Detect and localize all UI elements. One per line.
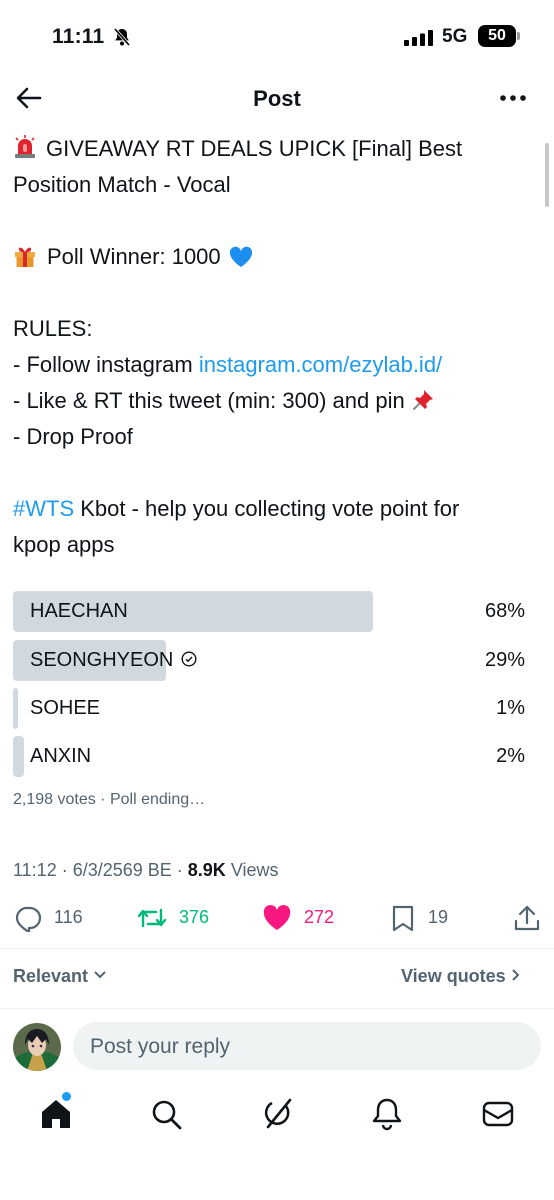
reply-input[interactable]: Post your reply xyxy=(73,1022,541,1070)
poll-meta: 2,198 votes · Poll ending… xyxy=(13,791,206,808)
repost-button[interactable]: 376 xyxy=(136,904,226,932)
rule-2-text: - Like & RT this tweet (min: 300) and pi… xyxy=(13,388,405,413)
repost-icon xyxy=(137,908,167,928)
poll-option-percent: 29% xyxy=(484,649,525,671)
rule-1-prefix: - Follow instagram xyxy=(13,352,199,377)
reply-count: 116 xyxy=(54,907,83,927)
poll-winner-text: Poll Winner: 1000 xyxy=(47,244,221,269)
blue-heart-emoji xyxy=(229,246,252,267)
like-icon xyxy=(263,905,291,930)
scrollbar[interactable] xyxy=(545,143,549,207)
relevant-sort-button[interactable]: Relevant xyxy=(13,966,107,987)
bookmark-button[interactable]: 19 xyxy=(391,904,461,932)
gift-emoji xyxy=(15,247,35,267)
notifications-icon[interactable] xyxy=(369,1096,405,1132)
rules-title: RULES: xyxy=(13,316,93,341)
bookmark-icon xyxy=(392,905,414,932)
reply-placeholder: Post your reply xyxy=(90,1035,231,1058)
notification-dot xyxy=(62,1092,71,1101)
like-button[interactable]: 272 xyxy=(262,904,352,932)
poll-option-label-wrap: SEONGHYEON xyxy=(30,649,197,672)
poll-option-label: SEONGHYEON xyxy=(30,649,174,671)
views-count: 8.9K xyxy=(187,860,226,880)
post-line-2: Position Match - Vocal xyxy=(13,172,231,197)
poll-option: SEONGHYEON 29% xyxy=(13,640,525,681)
reply-button[interactable]: 116 xyxy=(14,904,94,932)
poll-option-percent: 1% xyxy=(496,697,525,719)
poll-option-percent: 68% xyxy=(484,600,525,622)
poll-option-label: ANXIN xyxy=(30,745,92,767)
network-type: 5G xyxy=(442,26,468,47)
bookmark-count: 19 xyxy=(428,907,449,927)
battery-indicator: 50 xyxy=(478,25,520,47)
pushpin-emoji xyxy=(412,390,433,410)
poll-bar xyxy=(13,736,24,777)
poll-option: ANXIN 2% xyxy=(13,736,525,777)
rule-1: - Follow instagram instagram.com/ezylab.… xyxy=(13,347,538,383)
wts-line-2: kpop apps xyxy=(13,532,115,557)
poll-option: HAECHAN 68% xyxy=(13,591,525,632)
signal-icon xyxy=(404,30,433,46)
rule-3: - Drop Proof xyxy=(13,424,133,449)
chevron-down-icon xyxy=(94,971,106,979)
home-icon[interactable] xyxy=(38,1096,74,1132)
repost-count: 376 xyxy=(179,907,210,927)
search-icon[interactable] xyxy=(148,1096,184,1132)
views-label: Views xyxy=(225,860,279,880)
status-time: 11:11 xyxy=(52,25,105,48)
wts-text: Kbot - help you collecting vote point fo… xyxy=(74,496,460,521)
more-icon[interactable] xyxy=(498,88,528,108)
like-count: 272 xyxy=(304,907,335,927)
bell-muted-icon xyxy=(113,27,131,47)
post-line: GIVEAWAY RT DEALS UPICK [Final] Best xyxy=(13,131,538,167)
messages-icon[interactable] xyxy=(480,1096,516,1132)
share-icon xyxy=(514,905,540,931)
post-meta: 11:12 · 6/3/2569 BE · 8.9K Views xyxy=(13,860,279,881)
instagram-link[interactable]: instagram.com/ezylab.id/ xyxy=(199,352,442,377)
share-button[interactable] xyxy=(513,904,541,932)
post-line-1: GIVEAWAY RT DEALS UPICK [Final] Best xyxy=(46,136,463,161)
relevant-label: Relevant xyxy=(13,966,89,986)
reply-icon xyxy=(15,906,42,932)
post-text: GIVEAWAY RT DEALS UPICK [Final] Best Pos… xyxy=(13,131,538,563)
rule-2: - Like & RT this tweet (min: 300) and pi… xyxy=(13,383,538,419)
poll-option-label: SOHEE xyxy=(30,697,101,719)
avatar[interactable] xyxy=(13,1023,61,1071)
poll-option-percent: 2% xyxy=(496,745,525,767)
siren-emoji xyxy=(15,135,35,158)
poll-bar xyxy=(13,688,18,729)
page-title: Post xyxy=(253,86,301,111)
wts-line: #WTS Kbot - help you collecting vote poi… xyxy=(13,491,538,527)
hashtag-link[interactable]: #WTS xyxy=(13,496,74,521)
poll-option-label: HAECHAN xyxy=(30,600,128,622)
view-quotes-button[interactable]: View quotes xyxy=(401,966,521,987)
chevron-right-icon xyxy=(512,969,520,981)
post-time-date: 11:12 · 6/3/2569 BE · xyxy=(13,860,188,880)
grok-icon[interactable] xyxy=(259,1096,295,1132)
view-quotes-label: View quotes xyxy=(401,966,506,986)
poll-winner-line: Poll Winner: 1000 xyxy=(13,239,538,275)
verified-check-icon xyxy=(181,651,197,667)
poll-option: SOHEE 1% xyxy=(13,688,525,729)
